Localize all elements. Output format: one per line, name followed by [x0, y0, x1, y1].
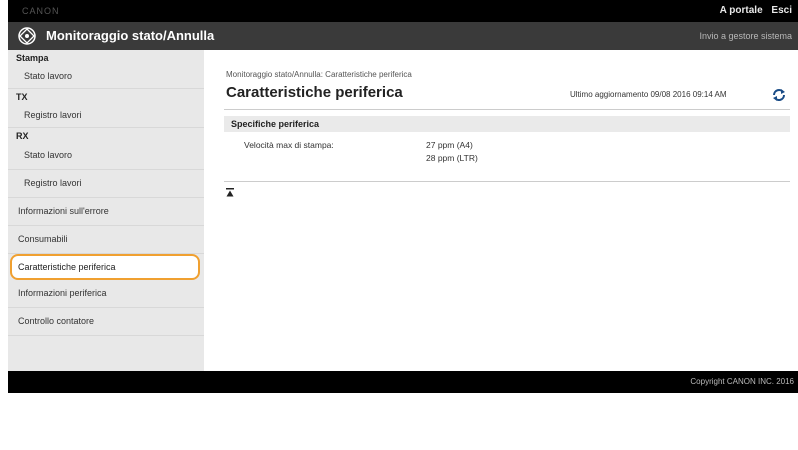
top-bar: CANON A portale Esci [8, 0, 798, 22]
refresh-icon[interactable] [771, 87, 787, 103]
copyright-text: Copyright CANON INC. 2016 [690, 377, 794, 386]
system-manager-link[interactable]: Invio a gestore sistema [699, 22, 792, 50]
spec-value-a4: 27 ppm (A4) [426, 140, 473, 150]
spec-label-print-speed: Velocità max di stampa: [244, 140, 334, 150]
sidebar-heading-tx: TX [16, 92, 28, 102]
sidebar: Stampa Stato lavoro TX Registro lavori R… [8, 50, 204, 371]
app-title: Monitoraggio stato/Annulla [46, 28, 215, 43]
page-title: Caratteristiche periferica [226, 84, 403, 101]
printer-logo-icon [18, 27, 36, 45]
device-name: CANON [22, 6, 60, 16]
divider-bottom [224, 181, 790, 182]
main-content: Monitoraggio stato/Annulla: Caratteristi… [204, 50, 798, 371]
back-to-top-icon[interactable] [226, 188, 234, 197]
sidebar-item-counter-check[interactable]: Controllo contatore [8, 308, 204, 336]
sidebar-item-tx-job-log[interactable]: Registro lavori [8, 103, 204, 128]
last-update-text: Ultimo aggiornamento 09/08 2016 09:14 AM [570, 90, 727, 99]
sidebar-item-device-features[interactable]: Caratteristiche periferica [10, 254, 200, 280]
spec-value-ltr: 28 ppm (LTR) [426, 153, 478, 163]
top-links: A portale Esci [714, 0, 792, 22]
sidebar-heading-rx: RX [16, 131, 29, 141]
title-bar: Monitoraggio stato/Annulla Invio a gesto… [8, 22, 798, 50]
section-header: Specifiche periferica [224, 116, 790, 132]
sidebar-item-consumables[interactable]: Consumabili [8, 226, 204, 254]
sidebar-item-print-job-status[interactable]: Stato lavoro [8, 64, 204, 89]
breadcrumb: Monitoraggio stato/Annulla: Caratteristi… [226, 70, 412, 79]
sidebar-item-rx-job-log[interactable]: Registro lavori [8, 170, 204, 198]
sidebar-heading-stampa: Stampa [16, 53, 49, 63]
footer: Copyright CANON INC. 2016 [8, 371, 798, 393]
logout-link[interactable]: Esci [771, 5, 792, 16]
sidebar-item-error-info[interactable]: Informazioni sull'errore [8, 198, 204, 226]
sidebar-item-rx-job-status[interactable]: Stato lavoro [8, 142, 204, 170]
sidebar-item-device-info[interactable]: Informazioni periferica [8, 280, 204, 308]
divider-top [224, 109, 790, 110]
section-title: Specifiche periferica [231, 119, 320, 129]
portal-link[interactable]: A portale [720, 5, 763, 16]
